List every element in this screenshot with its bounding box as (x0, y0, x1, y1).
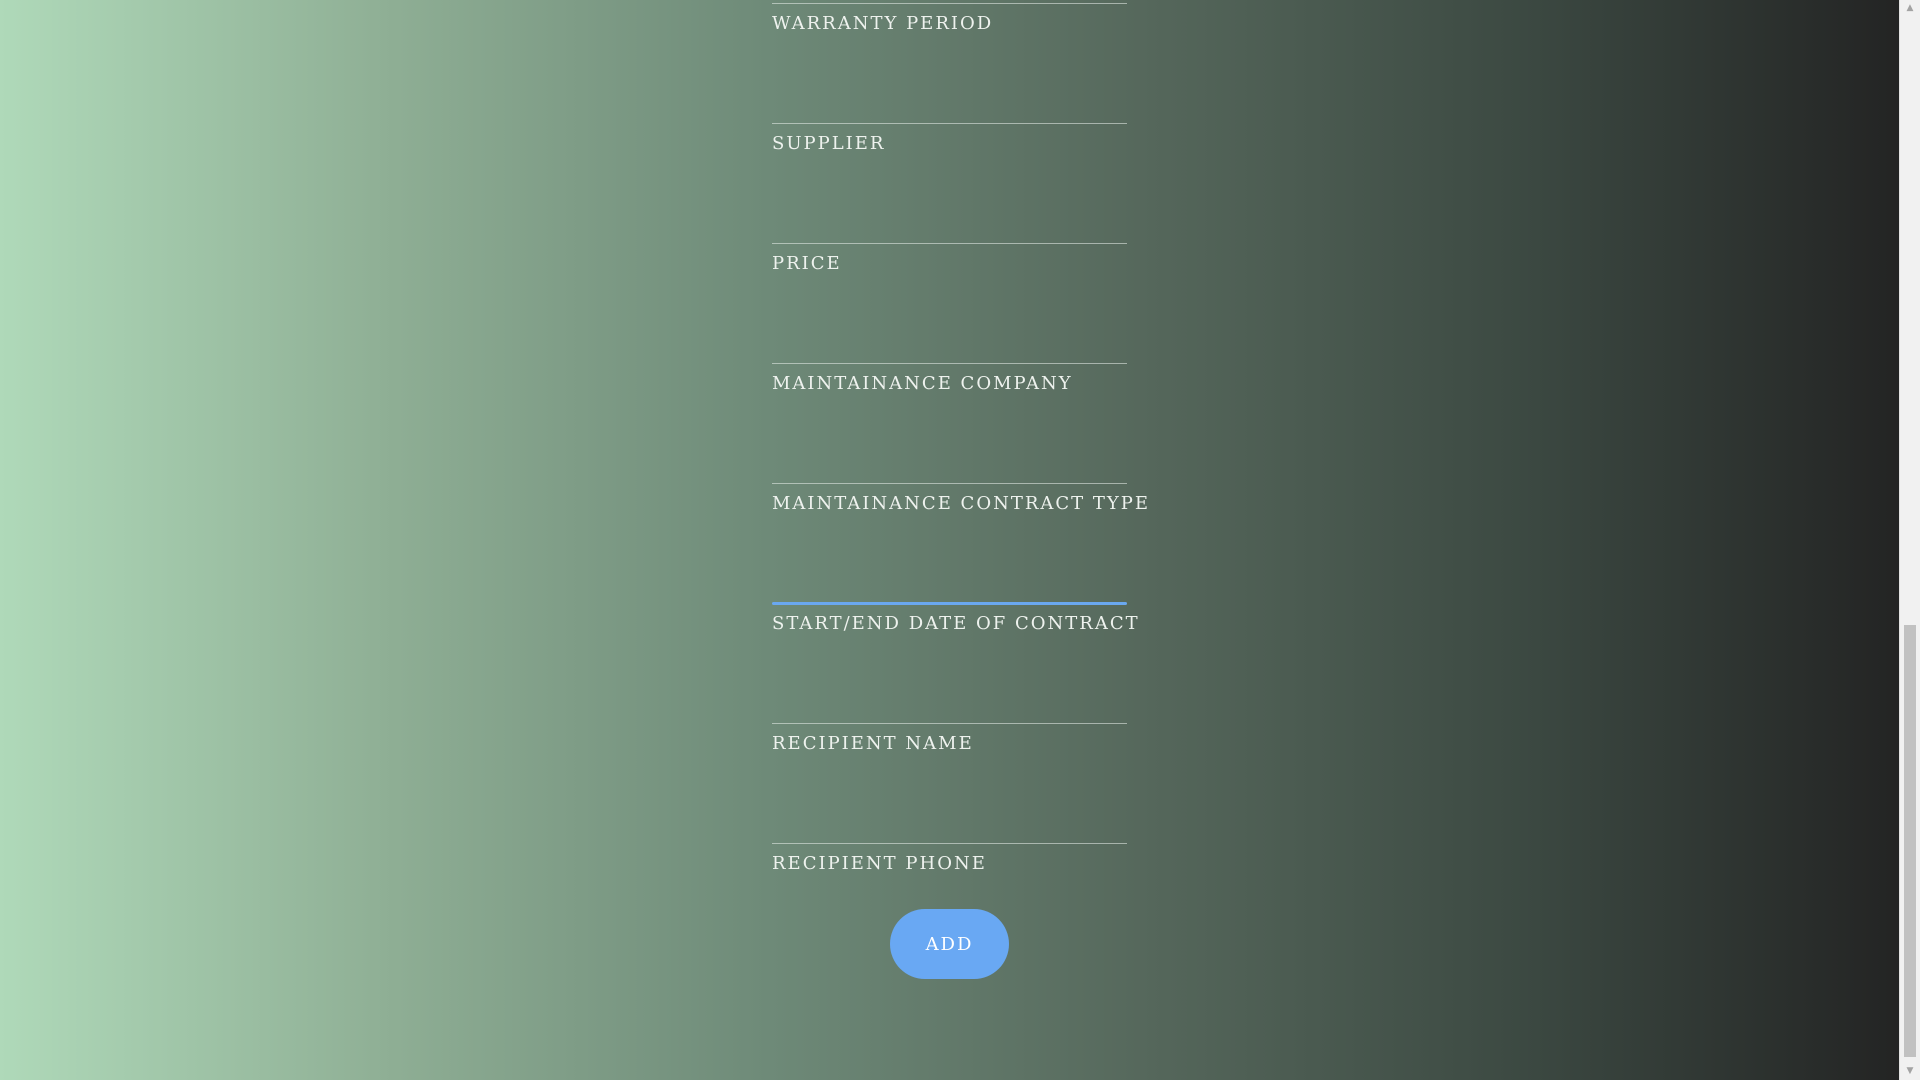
field-divider (772, 243, 1127, 244)
contract-dates-label: START/END DATE OF CONTRACT (772, 613, 1140, 634)
maintainance-company-label: MAINTAINANCE COMPANY (772, 373, 1073, 394)
focused-field-underline (772, 602, 1127, 605)
recipient-name-label: RECIPIENT NAME (772, 733, 974, 754)
supplier-input[interactable] (772, 170, 1127, 240)
price-label: PRICE (772, 253, 842, 274)
price-input[interactable] (772, 290, 1127, 360)
maintainance-contract-type-input[interactable] (772, 530, 1127, 600)
field-divider (772, 723, 1127, 724)
recipient-phone-label: RECIPIENT PHONE (772, 853, 987, 874)
field-divider (772, 363, 1127, 364)
warranty-period-input[interactable] (772, 50, 1127, 120)
maintainance-contract-type-label: MAINTAINANCE CONTRACT TYPE (772, 493, 1151, 514)
field-divider (772, 3, 1127, 4)
warranty-period-label: WARRANTY PERIOD (772, 13, 994, 34)
field-divider (772, 483, 1127, 484)
field-divider (772, 843, 1127, 844)
field-divider (772, 123, 1127, 124)
page-viewport: WARRANTY PERIOD SUPPLIER PRICE MAINTAINA… (0, 0, 1899, 1080)
add-button[interactable]: ADD (890, 909, 1009, 979)
maintainance-company-input[interactable] (772, 410, 1127, 480)
recipient-name-input[interactable] (772, 770, 1127, 840)
scroll-down-arrow-icon[interactable]: ▼ (1900, 1063, 1920, 1080)
vertical-scrollbar[interactable]: ▲ ▼ (1899, 0, 1920, 1080)
contract-dates-input[interactable] (772, 650, 1127, 720)
scrollbar-thumb[interactable] (1904, 625, 1916, 1057)
supplier-label: SUPPLIER (772, 133, 886, 154)
scroll-up-arrow-icon[interactable]: ▲ (1900, 0, 1920, 17)
